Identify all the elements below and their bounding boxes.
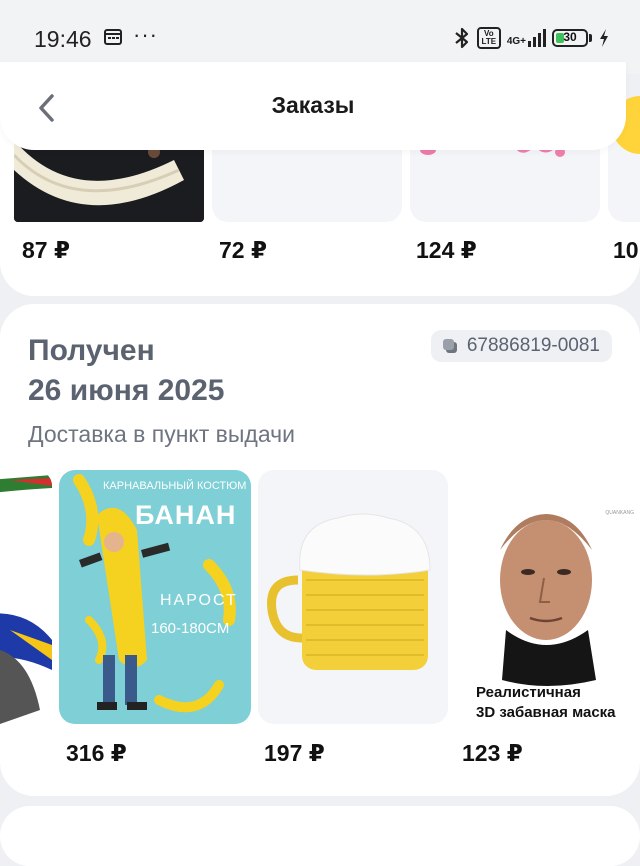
order-number: 67886819-0081 [466, 335, 600, 356]
calendar-icon [104, 29, 122, 45]
product-price: 124 ₽ [416, 237, 477, 263]
product-price: 123 ₽ [462, 740, 523, 766]
product-price: 10 [613, 237, 639, 263]
volte-icon: Vo LTE [476, 27, 501, 49]
bluetooth-icon [455, 27, 468, 49]
battery-level: 30 [563, 30, 577, 44]
battery-icon: 30 [552, 29, 588, 47]
battery-tip [589, 34, 592, 42]
product-caption: 160-180CM [151, 620, 230, 637]
network-type-label: 4G+ [506, 36, 526, 47]
page-title: Заказы [271, 92, 355, 118]
product-image[interactable]: QUANKANG Реалистичная 3D забавная маска [456, 470, 640, 724]
order-number-badge[interactable]: 67886819-0081 [430, 330, 612, 362]
product-caption: КАРНАВАЛЬНЫЙ КОСТЮМ [103, 480, 247, 492]
product-caption: 3D забавная маска [476, 704, 616, 721]
product-image[interactable] [258, 470, 448, 724]
product-caption: Реалистичная [476, 684, 581, 701]
product-caption: НАРОСТ [160, 592, 238, 609]
signal-icon: 4G+ [507, 29, 546, 47]
product-price: 72 ₽ [219, 237, 267, 263]
product-price: 87 ₽ [22, 237, 70, 263]
product-price: 316 ₽ [66, 740, 127, 766]
copy-icon [442, 339, 457, 353]
status-time: 19:46 [34, 26, 92, 52]
order-card[interactable] [0, 806, 640, 866]
more-notifications-icon: ··· [133, 22, 158, 47]
umbrella-hat-image [0, 475, 52, 724]
beer-mug-image [267, 513, 431, 670]
product-caption: БАНАН [135, 500, 237, 530]
brand-label: QUANKANG [605, 510, 634, 516]
product-image[interactable] [0, 470, 52, 724]
status-icons: Vo LTE 4G+ 30 [453, 24, 610, 52]
order-date: 26 июня 2025 [28, 374, 225, 407]
delivery-method: Доставка в пункт выдачи [28, 421, 295, 447]
top-app-bar: Заказы [0, 62, 626, 150]
order-card[interactable]: Получен 26 июня 2025 Доставка в пункт вы… [0, 304, 640, 796]
product-image[interactable]: КАРНАВАЛЬНЫЙ КОСТЮМ БАНАН НАРОСТ 160-180… [59, 470, 251, 724]
product-price: 197 ₽ [264, 740, 325, 766]
charging-icon [600, 29, 608, 47]
order-status: Получен [28, 334, 155, 367]
